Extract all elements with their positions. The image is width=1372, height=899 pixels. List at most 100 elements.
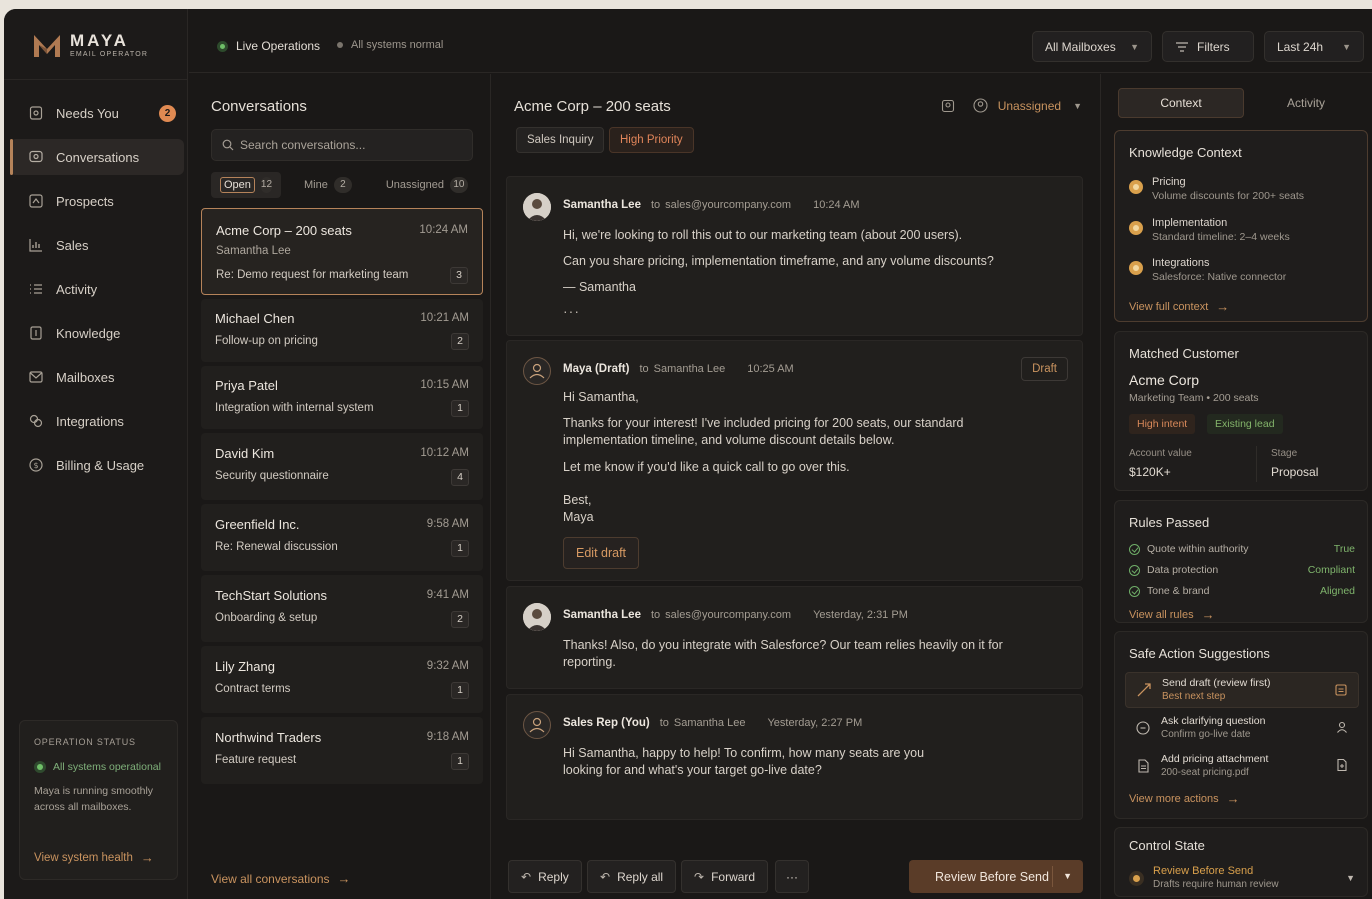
sidebar-item-label: Conversations [56,149,140,165]
calendar-icon[interactable] [1334,683,1348,697]
tag-sales-inquiry[interactable]: Sales Inquiry [516,127,605,153]
filter-icon [1176,41,1188,52]
status-dot-icon [34,761,46,773]
knowledge-sub: Standard timeline: 2–4 weeks [1152,231,1290,243]
message-card: Samantha Lee to sales@yourcompany.com 10… [506,176,1083,336]
conversation-count: 2 [451,333,469,350]
user-icon[interactable] [1335,720,1349,734]
conversation-item[interactable]: Michael Chen 10:21 AM Follow-up on prici… [201,299,483,362]
chat-icon [29,150,43,163]
conversation-item[interactable]: Priya Patel 10:15 AM Integration with in… [201,366,483,429]
view-full-context-link[interactable]: View full context → [1129,299,1229,314]
mailbox-select-value: All Mailboxes [1045,39,1116,54]
more-actions-button[interactable]: ··· [775,860,809,893]
view-system-health-link[interactable]: View system health → [34,850,154,865]
message-time: Yesterday, 2:31 PM [813,609,908,621]
filter-mine[interactable]: Mine 2 [295,172,361,198]
conversation-count: 1 [451,753,469,770]
chat-bubble-icon [1136,721,1150,735]
reply-button[interactable]: ↶ Reply [508,860,582,893]
conversation-count: 2 [451,611,469,628]
conversation-contact: Samantha Lee [216,245,291,257]
edit-draft-button[interactable]: Edit draft [563,537,640,569]
message-header: Maya (Draft) to Samantha Lee 10:25 AM [563,363,794,375]
conversation-item[interactable]: David Kim 10:12 AM Security questionnair… [201,433,483,500]
message-sender: Maya (Draft) [563,363,630,375]
message-body: Hi Samantha, happy to help! To confirm, … [563,745,963,788]
conversation-count: 1 [451,682,469,699]
prospects-icon [29,194,43,208]
view-all-rules-link[interactable]: View all rules → [1129,607,1215,622]
logo[interactable]: MAYA EMAIL OPERATOR [32,31,148,59]
message-recipient: Samantha Lee [653,363,726,375]
filter-unassigned[interactable]: Unassigned 10 [377,172,477,198]
knowledge-item-integrations[interactable]: Integrations Salesforce: Native connecto… [1129,256,1286,284]
sidebar-item-integrations[interactable]: Integrations [10,403,184,439]
filters-button[interactable]: Filters [1162,31,1254,62]
view-all-conversations-link[interactable]: View all conversations → [211,871,351,886]
file-plus-icon[interactable] [1335,758,1349,772]
chevron-down-icon[interactable]: ▼ [1063,871,1072,881]
sidebar-item-sales[interactable]: Sales [10,227,184,263]
sidebar-item-billing[interactable]: $ Billing & Usage [10,447,184,483]
conversation-time: 9:18 AM [426,731,469,743]
conversation-item[interactable]: Lily Zhang 9:32 AM Contract terms 1 [201,646,483,713]
forward-button[interactable]: ↷ Forward [681,860,769,893]
suggestion-sub: Confirm go-live date [1161,729,1251,740]
sidebar-item-mailboxes[interactable]: Mailboxes [10,359,184,395]
puzzle-icon [29,414,43,428]
suggestion-add-attachment[interactable]: Add pricing attachment 200-seat pricing.… [1125,748,1359,784]
view-more-actions-link[interactable]: View more actions → [1129,791,1240,806]
filters-label: Filters [1197,39,1230,54]
systems-status-label: All systems normal [351,39,444,51]
reply-icon: ↶ [521,869,532,884]
reply-all-button[interactable]: ↶ Reply all [587,860,677,893]
tab-activity[interactable]: Activity [1244,88,1368,118]
message-recipient: sales@yourcompany.com [665,609,792,621]
filter-open[interactable]: Open 12 [211,172,281,198]
sidebar-item-conversations[interactable]: Conversations [10,139,184,175]
search-input[interactable]: Search conversations... [211,129,473,161]
view-all-label: View all conversations [211,871,330,886]
conversation-name: Priya Patel [215,378,278,393]
time-range-select[interactable]: Last 24h ▼ [1264,31,1364,62]
mail-icon [29,371,43,383]
operation-status-title: OPERATION STATUS [34,737,136,747]
conversation-item[interactable]: Greenfield Inc. 9:58 AM Re: Renewal disc… [201,504,483,571]
knowledge-item-implementation[interactable]: Implementation Standard timeline: 2–4 we… [1129,216,1290,244]
assign-team-icon[interactable] [941,99,955,113]
message-header: Sales Rep (You) to Samantha Lee Yesterda… [563,717,862,729]
mailbox-select[interactable]: All Mailboxes ▼ [1032,31,1152,62]
sidebar-item-knowledge[interactable]: Knowledge [10,315,184,351]
sidebar-item-activity[interactable]: Activity [10,271,184,307]
control-state-title: Control State [1129,838,1205,853]
conversation-time: 10:15 AM [420,379,469,391]
knowledge-item-pricing[interactable]: Pricing Volume discounts for 200+ seats [1129,175,1304,203]
control-state-select[interactable]: Review Before Send Drafts require human … [1129,864,1355,892]
tab-context[interactable]: Context [1118,88,1244,118]
search-icon [222,139,234,151]
check-circle-icon [1129,585,1140,597]
review-before-send-button[interactable]: Review Before Send ▼ [909,860,1083,893]
live-dot-icon [217,40,228,52]
conversation-item[interactable]: Acme Corp – 200 seats 10:24 AM Samantha … [201,208,483,295]
conversation-list: Acme Corp – 200 seats 10:24 AM Samantha … [201,208,483,788]
customer-name[interactable]: Acme Corp [1129,372,1199,388]
control-state-sub: Drafts require human review [1153,879,1279,890]
sidebar-item-needs-you[interactable]: Needs You 2 [10,95,184,131]
message-line: Thanks for your interest! I've included … [563,416,964,447]
arrow-right-icon: → [1226,791,1240,806]
chevron-down-icon: ▼ [1130,41,1139,52]
expand-message-button[interactable]: ··· [563,303,580,319]
suggestion-send-draft[interactable]: Send draft (review first) Best next step [1125,672,1359,708]
conversation-item[interactable]: Northwind Traders 9:18 AM Feature reques… [201,717,483,784]
suggestion-ask-question[interactable]: Ask clarifying question Confirm go-live … [1125,710,1359,746]
suggestion-sub: 200-seat pricing.pdf [1161,767,1249,778]
assignee-select[interactable]: Unassigned ▼ [973,98,1082,113]
dollar-icon: $ [29,458,43,472]
sidebar-item-prospects[interactable]: Prospects [10,183,184,219]
conversation-item[interactable]: TechStart Solutions 9:41 AM Onboarding &… [201,575,483,642]
customer-sub: Marketing Team • 200 seats [1129,392,1259,404]
tag-high-priority[interactable]: High Priority [609,127,694,153]
message-time: Yesterday, 2:27 PM [767,717,863,729]
